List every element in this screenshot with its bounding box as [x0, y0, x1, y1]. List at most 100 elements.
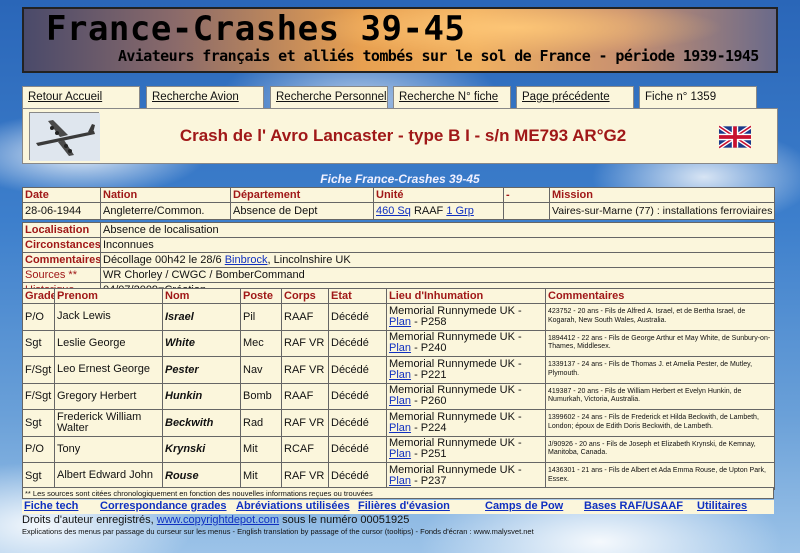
crew-plan-link[interactable]: Plan — [389, 316, 411, 328]
commentaires-value: Décollage 00h42 le 28/6 Binbrock, Lincol… — [100, 252, 775, 268]
nav-prev-page-link[interactable]: Page précédente — [522, 91, 610, 103]
crew-header-nom: Nom — [162, 288, 241, 304]
crew-row: P/O Jack Lewis Israel Pil RAAF Décédé Memorial… — [22, 303, 775, 331]
nav-search-person[interactable]: Recherche Personnel — [270, 86, 388, 109]
copyright-link[interactable]: www.copyrightdepot.com — [157, 514, 279, 526]
crew-inhumation: Memorial Runnymede UK - Plan - P221 — [386, 356, 546, 384]
crew-etat: Décédé — [328, 462, 387, 490]
crew-prenom: Jack Lewis — [54, 303, 163, 331]
crew-plan-link[interactable]: Plan — [389, 369, 411, 381]
crew-nom: Hunkin — [162, 382, 241, 410]
site-subtitle: Aviateurs français et alliés tombés sur … — [118, 47, 759, 65]
copyright-text: Droits d'auteur enregistrés, — [22, 514, 157, 526]
crew-inhumation: Memorial Runnymede UK - Plan - P237 — [386, 462, 546, 490]
sources-note: ** Les sources sont citées chronologique… — [22, 487, 774, 499]
crew-header-commentaires: Commentaires — [545, 288, 775, 304]
header-dash: - — [503, 187, 550, 203]
crew-corps: RAAF — [281, 382, 329, 410]
unit-squadron-link[interactable]: 460 Sq — [376, 205, 411, 217]
nav-search-plane-link[interactable]: Recherche Avion — [152, 91, 239, 103]
crew-nom: Rouse — [162, 462, 241, 490]
crew-nom: Pester — [162, 356, 241, 384]
crew-poste: Mit — [240, 435, 282, 463]
crew-inhumation: Memorial Runnymede UK - Plan - P258 — [386, 303, 546, 331]
crew-header-poste: Poste — [240, 288, 282, 304]
commentaires-label: Commentaires — [22, 252, 101, 268]
localisation-value: Absence de localisation — [100, 222, 775, 238]
crew-plan-link[interactable]: Plan — [389, 475, 411, 487]
crew-inhumation: Memorial Runnymede UK - Plan - P260 — [386, 382, 546, 410]
crew-panel: - P221 — [411, 368, 447, 381]
crew-grade: P/O — [22, 303, 55, 331]
crew-prenom: Albert Edward John — [54, 462, 163, 490]
crash-header: Crash de l' Avro Lancaster - type B I - … — [22, 108, 778, 164]
nav-search-plane[interactable]: Recherche Avion — [146, 86, 264, 109]
crew-comment: 1399602 - 24 ans - Fils de Frederick et … — [545, 409, 775, 437]
nav-home[interactable]: Retour Accueil — [22, 86, 140, 109]
nav-prev-page[interactable]: Page précédente — [516, 86, 634, 109]
crew-prenom: Gregory Herbert — [54, 382, 163, 410]
crew-comment: J/90926 - 20 ans - Fils de Joseph et Eli… — [545, 435, 775, 463]
crew-plan-link[interactable]: Plan — [389, 422, 411, 434]
footer-links: Fiche tech Correspondance grades Abrévia… — [22, 500, 774, 514]
crew-prenom: Leo Ernest George — [54, 356, 163, 384]
crew-row: Sgt Albert Edward John Rouse Mit RAF VR Décéd… — [22, 462, 775, 490]
crew-etat: Décédé — [328, 303, 387, 331]
top-nav: Retour Accueil Recherche Avion Recherche… — [22, 86, 778, 109]
header-mission: Mission — [549, 187, 775, 203]
crew-nom: Beckwith — [162, 409, 241, 437]
commentaires-text: Décollage 00h42 le 28/6 — [103, 254, 222, 266]
nav-search-fiche-link[interactable]: Recherche N° fiche — [399, 91, 498, 103]
fiche-number: Fiche n° 1359 — [639, 86, 757, 109]
info-table: Date Nation Département Unité - Mission … — [22, 187, 775, 220]
nav-search-person-link[interactable]: Recherche Personnel — [276, 91, 387, 103]
header-unite: Unité — [373, 187, 504, 203]
crew-panel: - P258 — [411, 315, 447, 328]
crew-nom: Krynski — [162, 435, 241, 463]
crew-etat: Décédé — [328, 435, 387, 463]
info-unite: 460 Sq RAAF 1 Grp — [373, 202, 504, 220]
crew-comment: 419387 - 20 ans - Fils de William Herber… — [545, 382, 775, 410]
crew-comment: 1436301 - 21 ans - Fils de Albert et Ada… — [545, 462, 775, 490]
crew-grade: Sgt — [22, 409, 55, 437]
crew-poste: Mit — [240, 462, 282, 490]
crew-prenom: Tony — [54, 435, 163, 463]
crew-corps: RAF VR — [281, 356, 329, 384]
crew-prenom: Frederick William Walter — [54, 409, 163, 437]
menu-explanation: Explications des menus par passage du cu… — [22, 527, 534, 536]
crew-plan-link[interactable]: Plan — [389, 342, 411, 354]
crew-panel: - P224 — [411, 421, 447, 434]
correspondance-grades-link[interactable]: Correspondance grades — [100, 500, 227, 512]
crew-rows: P/O Jack Lewis Israel Pil RAAF Décédé Memorial… — [22, 303, 775, 490]
crew-inhumation: Memorial Runnymede UK - Plan - P240 — [386, 329, 546, 357]
crew-grade: F/Sgt — [22, 356, 55, 384]
unit-group-link[interactable]: 1 Grp — [446, 205, 474, 217]
crash-title: Crash de l' Avro Lancaster - type B I - … — [179, 126, 627, 145]
crew-plan-link[interactable]: Plan — [389, 395, 411, 407]
circonstances-value: Inconnues — [100, 237, 775, 253]
crew-header-etat: Etat — [328, 288, 387, 304]
filieres-evasion-link[interactable]: Filières d'évasion — [358, 500, 450, 512]
abreviations-link[interactable]: Abréviations utilisées — [236, 500, 350, 512]
circonstances-label: Circonstances — [22, 237, 101, 253]
camps-pow-link[interactable]: Camps de Pow — [485, 500, 563, 512]
lancaster-thumbnail-icon[interactable] — [29, 112, 100, 161]
crew-poste: Mec — [240, 329, 282, 357]
crew-plan-link[interactable]: Plan — [389, 448, 411, 460]
commentaires-text-end: , Lincolnshire UK — [267, 254, 351, 266]
crew-poste: Bomb — [240, 382, 282, 410]
crew-etat: Décédé — [328, 409, 387, 437]
info-date: 28-06-1944 — [22, 202, 101, 220]
crew-poste: Pil — [240, 303, 282, 331]
site-banner: France-Crashes 39-45 Aviateurs français … — [22, 7, 778, 73]
binbrock-link[interactable]: Binbrock — [225, 254, 268, 266]
crew-nom: Israel — [162, 303, 241, 331]
nav-home-link[interactable]: Retour Accueil — [28, 91, 102, 103]
copyright: Droits d'auteur enregistrés, www.copyrig… — [22, 514, 409, 526]
utilitaires-link[interactable]: Utilitaires — [697, 500, 747, 512]
nav-search-fiche[interactable]: Recherche N° fiche — [393, 86, 511, 109]
crew-corps: RAF VR — [281, 462, 329, 490]
crew-corps: RAF VR — [281, 409, 329, 437]
bases-raf-usaaf-link[interactable]: Bases RAF/USAAF — [584, 500, 683, 512]
fiche-tech-link[interactable]: Fiche tech — [24, 500, 78, 512]
